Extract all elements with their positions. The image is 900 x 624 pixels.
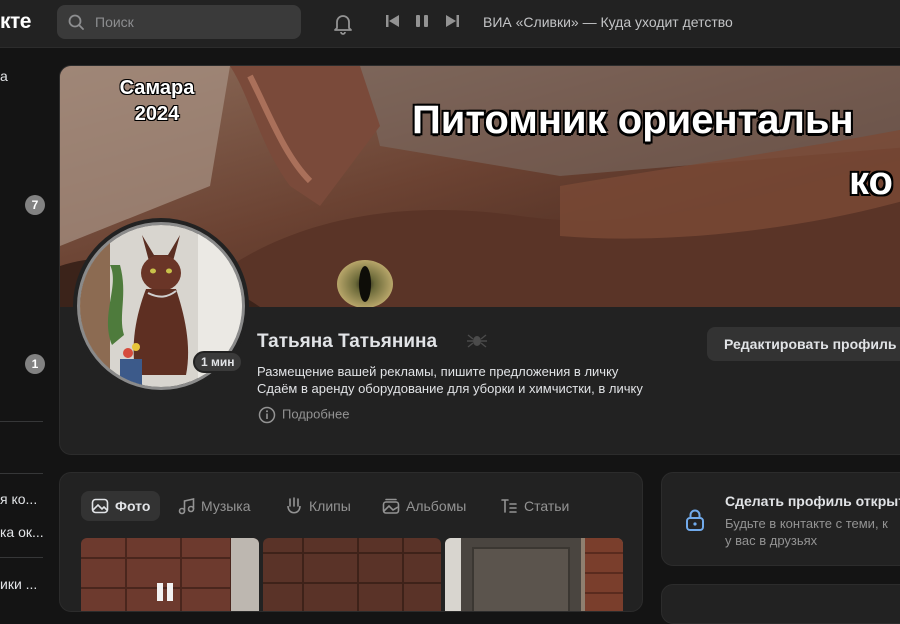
next-track-icon[interactable]	[444, 13, 460, 29]
tab-label: Музыка	[201, 498, 251, 514]
sidebar-divider	[0, 421, 43, 422]
next-card	[661, 584, 900, 624]
tab-clips[interactable]: Клипы	[275, 491, 361, 521]
tab-label: Статьи	[524, 498, 570, 514]
logo[interactable]: кте	[0, 10, 31, 34]
bell-icon[interactable]	[331, 11, 355, 35]
cover-title-second-line: ко	[849, 159, 893, 203]
now-playing-track[interactable]: ВИА «Сливки» — Куда уходит детство	[483, 14, 733, 30]
privacy-text-line: Будьте в контакте с теми, к	[725, 516, 888, 531]
pause-icon[interactable]	[414, 13, 430, 29]
clips-icon	[287, 497, 301, 514]
previous-track-icon[interactable]	[385, 13, 401, 29]
cover-city: Самара	[119, 77, 195, 99]
sidebar-divider	[0, 473, 43, 474]
sidebar-community-item[interactable]: ка ок...	[0, 524, 44, 540]
sidebar-divider	[0, 557, 43, 558]
search-placeholder: Поиск	[95, 14, 134, 30]
photo-thumbnail[interactable]	[263, 538, 441, 611]
status-line: Размещение вашей рекламы, пишите предлож…	[257, 364, 619, 379]
media-card: Фото Музыка Клипы Альбомы Статьи	[59, 472, 643, 612]
photo-thumbnail[interactable]	[445, 538, 623, 611]
tab-label: Фото	[115, 498, 151, 514]
privacy-text-line: у вас в друзьях	[725, 533, 818, 548]
albums-icon	[382, 498, 400, 514]
tab-articles[interactable]: Статьи	[490, 491, 579, 521]
profile-status: Размещение вашей рекламы, пишите предлож…	[257, 363, 643, 397]
online-status-badge: 1 мин	[193, 351, 243, 373]
photo-brown-tiles	[263, 538, 441, 611]
tab-music[interactable]: Музыка	[167, 491, 261, 521]
status-line: Сдаём в аренду оборудование для уборки и…	[257, 381, 643, 396]
search-input[interactable]: Поиск	[57, 5, 301, 39]
info-icon	[258, 406, 276, 424]
more-info-label: Подробнее	[282, 406, 350, 422]
tab-label: Альбомы	[406, 498, 467, 514]
profile-name: Татьяна Татьянина	[257, 331, 438, 352]
tab-albums[interactable]: Альбомы	[372, 491, 476, 521]
sidebar-badge-messages: 7	[25, 195, 45, 215]
photo-bathroom-tiles	[81, 538, 259, 611]
privacy-description: Будьте в контакте с теми, к у вас в друз…	[725, 515, 888, 549]
privacy-card[interactable]: Сделать профиль открыт Будьте в контакте…	[661, 472, 900, 566]
cover-year: 2024	[134, 103, 180, 125]
tab-photo[interactable]: Фото	[81, 491, 161, 521]
photo-door	[445, 538, 623, 611]
more-info-link[interactable]: Подробнее	[258, 406, 349, 424]
privacy-title: Сделать профиль открыт	[725, 493, 900, 509]
spider-emoji-icon	[467, 334, 487, 348]
sidebar-badge-notifications: 1	[25, 354, 45, 374]
lock-icon	[686, 509, 704, 531]
music-icon	[178, 498, 195, 515]
sidebar-community-item[interactable]: я ко...	[0, 491, 37, 507]
tab-label: Клипы	[309, 498, 351, 514]
photo-thumbnail[interactable]	[81, 538, 259, 611]
edit-profile-button[interactable]: Редактировать профиль	[707, 327, 900, 361]
top-bar: кте Поиск ВИА «Сливки» — Куда уходит дет…	[0, 0, 900, 48]
sidebar-item-top[interactable]: а	[0, 68, 8, 84]
cover-city-text: Самара 2024	[112, 75, 202, 127]
photo-icon	[91, 498, 109, 514]
search-icon	[68, 14, 84, 30]
sidebar-community-item[interactable]: ики ...	[0, 576, 37, 592]
left-sidebar: а 7 1 я ко... ка ок... ики ...	[0, 48, 48, 600]
articles-icon	[501, 499, 517, 513]
cover-title: Питомник ориентальн	[412, 98, 854, 142]
